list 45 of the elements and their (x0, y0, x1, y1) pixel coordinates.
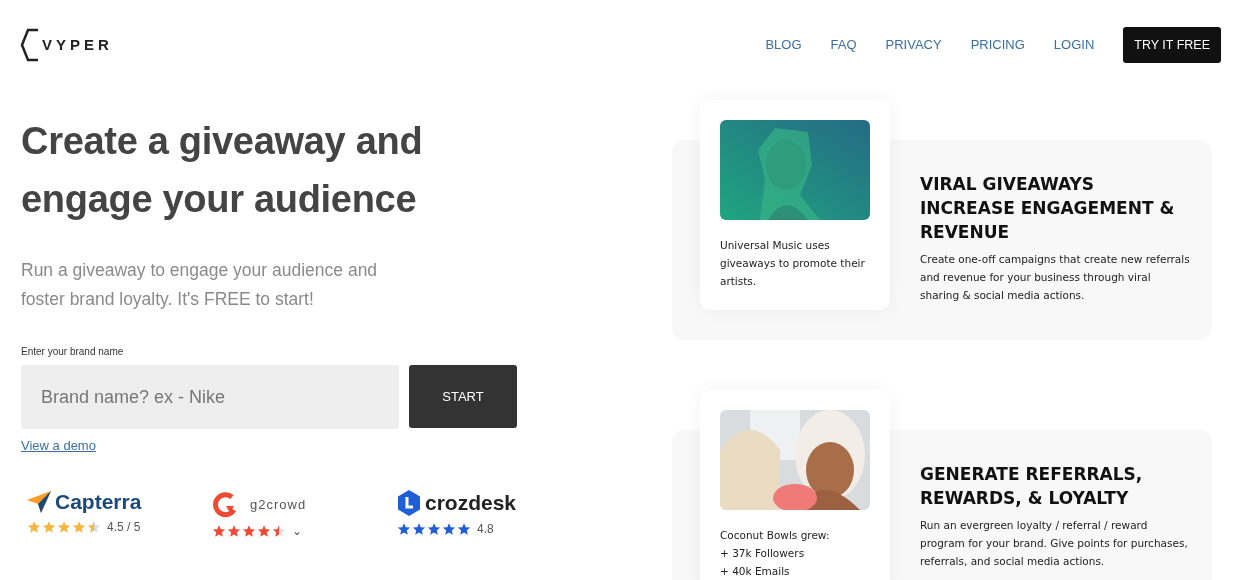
brand-name: g2crowd (250, 496, 307, 512)
star-icon (27, 520, 41, 534)
star-icon (442, 522, 456, 536)
star-icon (272, 524, 286, 538)
rating-score: 4.5 / 5 (107, 520, 141, 534)
case-caption: Universal Music uses giveaways to promote their artists. (720, 238, 866, 289)
case-caption: + 37k Followers (720, 546, 806, 561)
nav-link[interactable]: LOGIN (1053, 37, 1095, 52)
feature-title: GENERATE REFERRALS, REWARDS, & LOYALTY (920, 463, 1144, 510)
star-icon (87, 520, 101, 534)
try-free-button[interactable]: TRY IT FREE (1123, 26, 1221, 63)
star-icon (72, 520, 86, 534)
star-icon (427, 522, 441, 536)
brand-name: Capterra (55, 490, 142, 514)
logo-text: VYPER (42, 36, 113, 53)
feature-text: Run an evergreen loyalty / referral / reward program for your brand. Give points for purchases, referrals, and social media actions. (920, 518, 1189, 569)
star-icon (212, 524, 226, 538)
arrow-logo-icon (27, 491, 51, 513)
field-label: Enter your brand name (21, 346, 125, 357)
star-icon (242, 524, 256, 538)
star-icon (227, 524, 241, 538)
rating-score: ⌄ (292, 524, 302, 538)
hexagon-logo-icon (397, 490, 421, 516)
star-icon (42, 520, 56, 534)
star-icon (397, 522, 411, 536)
nav-link[interactable]: BLOG (765, 37, 802, 52)
rating-score: 4.8 (477, 522, 494, 536)
nav-link[interactable]: FAQ (830, 37, 857, 52)
demo-link[interactable]: View a demo (21, 438, 96, 453)
star-icon (412, 522, 426, 536)
star-icon (257, 524, 271, 538)
nav-link[interactable]: PRIVACY (885, 37, 942, 52)
case-caption: + 40k Emails (720, 564, 791, 579)
star-icon (57, 520, 71, 534)
nav-link[interactable]: PRICING (970, 37, 1025, 52)
feature-text: Create one-off campaigns that create new referrals and revenue for your business through viral sharing & social media actions. (920, 252, 1190, 303)
brand-name: crozdesk (425, 491, 517, 515)
feature-title: VIRAL GIVEAWAYS INCREASE ENGAGEMENT & REVENUE (920, 173, 1176, 244)
start-button[interactable]: START (409, 365, 517, 428)
brand-name-field[interactable]: Brand name? ex - Nike (21, 365, 399, 429)
star-icon (457, 522, 471, 536)
hero-subtitle: Run a giveaway to engage your audience and foster brand loyalty. It's FREE to start! (21, 259, 379, 311)
hero-title: Create a giveaway and engage your audience (21, 119, 424, 222)
hexagon-outline-icon (20, 27, 38, 62)
case-caption: Coconut Bowls grew: (720, 528, 831, 543)
